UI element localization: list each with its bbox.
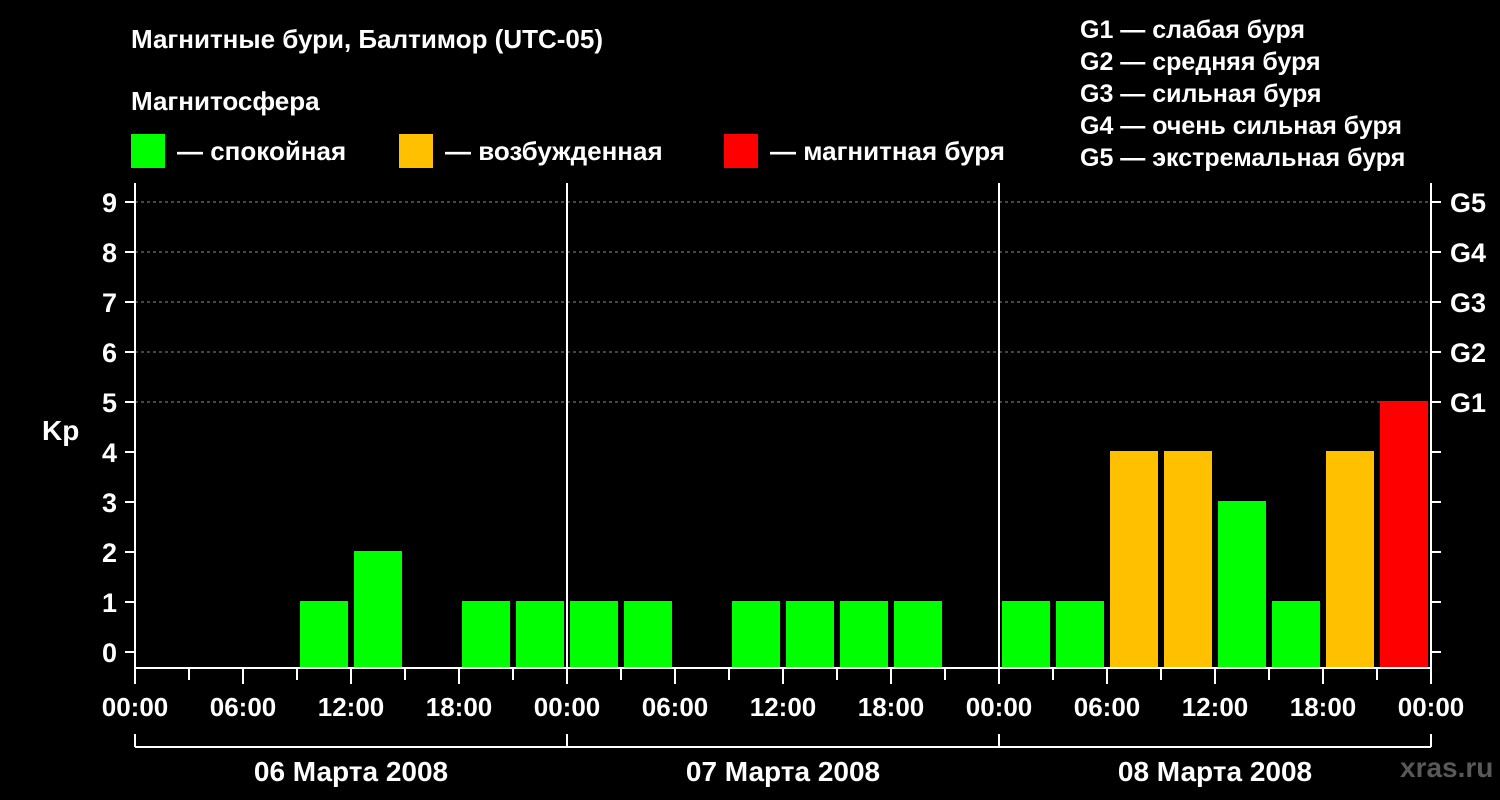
y-tick-label: 5: [102, 388, 117, 418]
x-tick-label: 12:00: [1182, 692, 1249, 722]
x-tick-label: 12:00: [318, 692, 385, 722]
day-label: 06 Марта 2008: [254, 756, 448, 787]
y-tick-label: 8: [102, 238, 117, 268]
x-tick-label: 18:00: [426, 692, 493, 722]
x-tick-label: 18:00: [858, 692, 925, 722]
kp-bar: [1218, 501, 1266, 668]
watermark: xras.ru: [1400, 752, 1494, 783]
x-tick-label: 06:00: [642, 692, 709, 722]
kp-bar: [1326, 451, 1374, 668]
y-tick-label: 9: [102, 188, 117, 218]
kp-bar: [570, 601, 618, 668]
y-tick-label: 4: [102, 438, 117, 468]
kp-bar: [786, 601, 834, 668]
x-tick-label: 00:00: [534, 692, 601, 722]
x-tick-label: 12:00: [750, 692, 817, 722]
kp-bar: [1056, 601, 1104, 668]
y-tick-label: 7: [102, 288, 117, 318]
g-scale-label: G3: [1450, 288, 1486, 318]
g-scale-label: G4: [1450, 238, 1486, 268]
g-scale-label: G5: [1450, 188, 1486, 218]
y-tick-label: 3: [102, 488, 117, 518]
x-tick-label: 00:00: [1398, 692, 1465, 722]
y-tick-label: 2: [102, 538, 117, 568]
y-tick-label: 1: [102, 588, 117, 618]
kp-bar: [894, 601, 942, 668]
kp-bar: [1380, 401, 1428, 668]
x-tick-label: 00:00: [102, 692, 169, 722]
kp-bar: [840, 601, 888, 668]
y-tick-label: 6: [102, 338, 117, 368]
y-tick-label: 0: [102, 638, 117, 668]
kp-bar: [462, 601, 510, 668]
kp-bar: [1272, 601, 1320, 668]
kp-bar: [516, 601, 564, 668]
kp-bar-chart: 0 1 2 3 4 5 6 7 8 9 G1 G2 G3 G4 G5 Kp 00:00 06:00 12:00 18:…: [42, 183, 1486, 787]
x-tick-label: 00:00: [966, 692, 1033, 722]
kp-bar: [1164, 451, 1212, 668]
kp-bar: [1110, 451, 1158, 668]
g-scale-label: G2: [1450, 338, 1486, 368]
kp-bar: [300, 601, 348, 668]
g-scale-label: G1: [1450, 388, 1486, 418]
x-tick-label: 18:00: [1290, 692, 1357, 722]
x-tick-label: 06:00: [210, 692, 277, 722]
x-tick-label: 06:00: [1074, 692, 1141, 722]
kp-bar: [1002, 601, 1050, 668]
day-label: 08 Марта 2008: [1118, 756, 1312, 787]
y-axis-title: Kp: [42, 415, 79, 446]
kp-bar: [732, 601, 780, 668]
kp-bar: [354, 551, 402, 668]
day-label: 07 Марта 2008: [686, 756, 880, 787]
kp-bar: [624, 601, 672, 668]
